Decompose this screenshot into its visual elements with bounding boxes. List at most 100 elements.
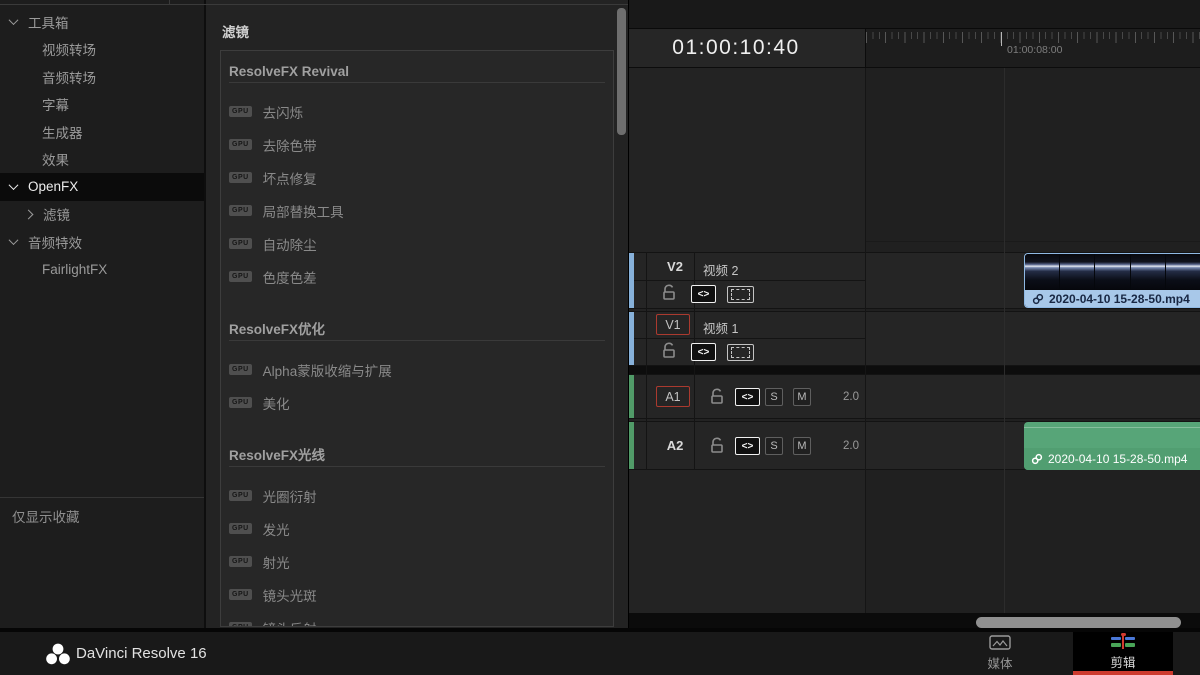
header-right-edge: [865, 68, 866, 613]
sidebar-item-titles[interactable]: 字幕: [0, 91, 204, 119]
clip-thumbnails: [1025, 254, 1200, 290]
timeline-ruler[interactable]: 01:00:08:00: [866, 29, 1200, 68]
track-color-strip-a1: [629, 375, 634, 418]
favorites-only-toggle[interactable]: 仅显示收藏: [12, 506, 80, 526]
sidebar-item-video-transitions[interactable]: 视频转场: [0, 36, 204, 64]
sidebar-item-generators[interactable]: 生成器: [0, 118, 204, 146]
ruler-timecode-label: 01:00:08:00: [1007, 44, 1062, 56]
panel-top-hairline: [0, 4, 628, 5]
sidebar-item-label: OpenFX: [28, 179, 78, 194]
sidebar-item-label: 视频转场: [42, 39, 96, 59]
solo-button[interactable]: S: [765, 388, 783, 406]
timeline-hscrollbar-thumb[interactable]: [976, 617, 1181, 628]
fx-item-lens-reflections[interactable]: GPU 镜头反射: [221, 611, 613, 627]
link-icon: [1032, 293, 1044, 305]
media-page-icon: [989, 635, 1011, 650]
lock-icon[interactable]: [662, 284, 676, 301]
fx-list-scrollbar[interactable]: [617, 8, 626, 135]
lock-icon[interactable]: [710, 437, 724, 454]
audio-clip[interactable]: 2020-04-10 15-28-50.mp4: [1024, 422, 1200, 470]
fx-item-lens-flare[interactable]: GPU 镜头光斑: [221, 578, 613, 611]
fx-item-glow[interactable]: GPU 发光: [221, 512, 613, 545]
tab-media-page[interactable]: 媒体: [955, 632, 1045, 675]
chevron-down-icon[interactable]: [9, 15, 19, 25]
tab-edit-page-active[interactable]: 剪辑: [1073, 632, 1173, 675]
edit-page-icon: [1110, 633, 1136, 649]
fx-section-title: ResolveFX Revival: [229, 63, 605, 83]
fx-item-label: 美化: [263, 393, 290, 413]
chevron-down-icon[interactable]: [9, 235, 19, 245]
fx-item-patch-replacer[interactable]: GPU 局部替换工具: [221, 194, 613, 227]
chevron-down-icon[interactable]: [9, 180, 19, 190]
empty-frame-button[interactable]: [727, 344, 754, 361]
auto-select-button[interactable]: <>: [735, 388, 760, 406]
auto-select-button[interactable]: <>: [691, 343, 716, 361]
fx-item-alpha-matte-shrink[interactable]: GPU Alpha蒙版收缩与扩展: [221, 353, 613, 386]
video-clip[interactable]: 2020-04-10 15-28-50.mp4: [1024, 253, 1200, 308]
gpu-badge-icon: GPU: [229, 106, 252, 117]
mute-button[interactable]: M: [793, 388, 811, 406]
gpu-badge-icon: GPU: [229, 589, 252, 600]
sidebar-item-label: 音频特效: [28, 232, 82, 252]
filters-panel: 滤镜 ResolveFX Revival GPU 去闪烁 GPU 去除色带 GP…: [204, 0, 628, 632]
sidebar-item-audio-fx[interactable]: 音频特效: [0, 228, 204, 256]
track-channels-a2: 2.0: [829, 440, 859, 452]
ruler-second-tick: [1001, 32, 1002, 46]
fx-item-label: 坏点修复: [263, 168, 317, 188]
app-title: DaVinci Resolve 16: [76, 632, 207, 675]
auto-select-button[interactable]: <>: [735, 437, 760, 455]
fx-item-automatic-dirt-removal[interactable]: GPU 自动除尘: [221, 227, 613, 260]
sidebar-item-audio-transitions[interactable]: 音频转场: [0, 63, 204, 91]
track-color-strip-a2: [629, 422, 634, 469]
auto-select-button[interactable]: <>: [691, 285, 716, 303]
fx-item-dead-pixel-fixer[interactable]: GPU 坏点修复: [221, 161, 613, 194]
gpu-badge-icon: GPU: [229, 271, 252, 282]
fx-item-label: 射光: [263, 552, 290, 572]
gpu-badge-icon: GPU: [229, 490, 252, 501]
timecode-display[interactable]: 01:00:10:40: [629, 29, 866, 68]
fx-item-deband[interactable]: GPU 去除色带: [221, 128, 613, 161]
track-id-v2[interactable]: V2: [661, 259, 689, 274]
fx-item-label: 色度色差: [263, 267, 317, 287]
gpu-badge-icon: GPU: [229, 397, 252, 408]
sidebar-item-label: 工具箱: [28, 12, 69, 32]
lock-icon[interactable]: [662, 342, 676, 359]
sidebar-item-effects[interactable]: 效果: [0, 146, 204, 174]
clip-label: 2020-04-10 15-28-50.mp4: [1025, 290, 1200, 307]
fx-item-deflicker[interactable]: GPU 去闪烁: [221, 95, 613, 128]
track-id-a1-selected[interactable]: A1: [656, 386, 690, 407]
fx-item-aperture-diffraction[interactable]: GPU 光圈衍射: [221, 479, 613, 512]
fx-item-label: 镜头光斑: [263, 585, 317, 605]
solo-button[interactable]: S: [765, 437, 783, 455]
fx-item-label: Alpha蒙版收缩与扩展: [263, 360, 392, 380]
bottom-page-bar: DaVinci Resolve 16 媒体 剪辑: [0, 632, 1200, 675]
fx-item-light-rays[interactable]: GPU 射光: [221, 545, 613, 578]
lock-icon[interactable]: [710, 388, 724, 405]
track-subrow-divider: [629, 338, 866, 339]
track-id-v1-selected[interactable]: V1: [656, 314, 690, 335]
sidebar-item-filters[interactable]: 滤镜: [0, 201, 204, 229]
fx-item-label: 光圈衍射: [263, 486, 317, 506]
effects-library-tree: 工具箱 视频转场 音频转场 字幕 生成器 效果 OpenFX: [0, 8, 204, 283]
timeline-toolbar-strip: [629, 0, 1200, 29]
fx-section-refine: ResolveFX优化 GPU Alpha蒙版收缩与扩展 GPU 美化: [221, 309, 613, 419]
mute-button[interactable]: M: [793, 437, 811, 455]
sidebar-divider: [0, 497, 204, 498]
fx-item-chromatic-aberration[interactable]: GPU 色度色差: [221, 260, 613, 293]
ruler-ticks-major: [866, 32, 1200, 43]
gpu-badge-icon: GPU: [229, 205, 252, 216]
sidebar-item-fairlightfx[interactable]: FairlightFX: [0, 256, 204, 284]
chevron-right-icon[interactable]: [24, 209, 34, 219]
timeline-gridline: [1004, 68, 1005, 613]
fx-item-label: 去除色带: [263, 135, 317, 155]
fx-item-beauty[interactable]: GPU 美化: [221, 386, 613, 419]
gpu-badge-icon: GPU: [229, 523, 252, 534]
gpu-badge-icon: GPU: [229, 139, 252, 150]
track-id-a2[interactable]: A2: [661, 438, 689, 453]
empty-frame-button[interactable]: [727, 286, 754, 303]
waveform-line: [1024, 427, 1200, 428]
sidebar-item-openfx[interactable]: OpenFX: [0, 173, 204, 201]
sidebar-item-toolbox[interactable]: 工具箱: [0, 8, 204, 36]
gpu-badge-icon: GPU: [229, 238, 252, 249]
fx-item-label: 镜头反射: [263, 618, 317, 628]
